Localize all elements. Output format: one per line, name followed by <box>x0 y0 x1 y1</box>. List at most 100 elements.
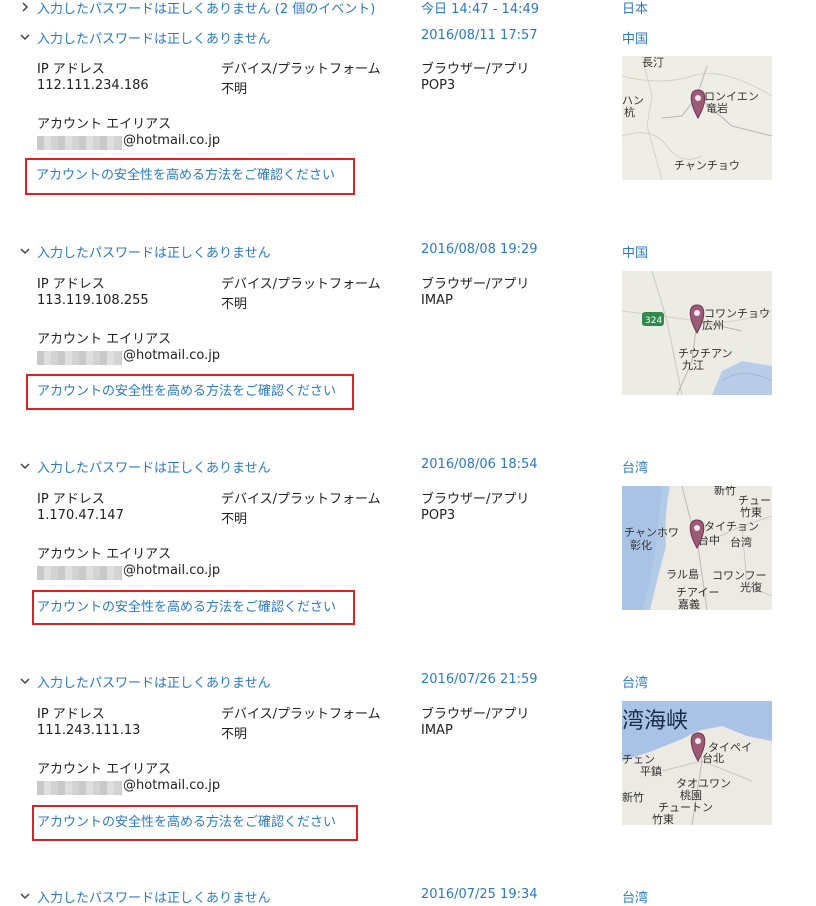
map-label: 台北 <box>702 751 724 765</box>
ip-label: IP アドレス <box>37 277 105 292</box>
device-label: デバイス/プラットフォーム <box>221 707 381 722</box>
browser-value: IMAP <box>421 293 453 308</box>
event-row[interactable]: 入力したパスワードは正しくありません 2016/08/08 19:29 中国 <box>0 241 816 263</box>
browser-value: POP3 <box>421 78 456 93</box>
device-value: 不明 <box>221 512 248 527</box>
event-country: 中国 <box>622 246 649 261</box>
map-label: 長汀 <box>642 56 664 69</box>
event-title[interactable]: 入力したパスワードは正しくありません <box>37 887 271 906</box>
map-label: 竹東 <box>740 505 762 519</box>
map-label: 杭 <box>624 105 635 119</box>
highlight-box: アカウントの安全性を高める方法をご確認ください <box>32 590 355 625</box>
ip-label: IP アドレス <box>37 492 105 507</box>
location-map[interactable]: 新竹 チュー 竹東 チャンホワ 彰化 タイチョン 台中 台湾 コワンフー 光復 … <box>622 486 772 610</box>
map-label: 324 <box>645 316 662 326</box>
map-label: ラル島 <box>666 567 699 581</box>
event-country: 台湾 <box>622 676 649 691</box>
event-date: 2016/07/25 19:34 <box>421 887 538 902</box>
map-label: 嘉義 <box>678 597 700 610</box>
location-map[interactable]: 湾海峡 タイペイ 台北 チェン 平鎮 タオユワン 桃園 新竹 チュートン 竹東 <box>622 701 772 825</box>
ip-value: 1.170.47.147 <box>37 508 124 523</box>
ip-value: 111.243.111.13 <box>37 723 141 738</box>
map-label: 光復 <box>740 580 762 594</box>
event-row[interactable]: 入力したパスワードは正しくありません 2016/07/25 19:34 台湾 <box>0 886 816 906</box>
event-title[interactable]: 入力したパスワードは正しくありません <box>37 28 271 47</box>
ip-label: IP アドレス <box>37 707 105 722</box>
device-value: 不明 <box>221 82 248 97</box>
event-date: 2016/08/06 18:54 <box>421 457 538 472</box>
browser-label: ブラウザー/アプリ <box>421 277 530 292</box>
map-label: 彰化 <box>630 538 652 552</box>
browser-label: ブラウザー/アプリ <box>421 492 530 507</box>
map-label: 九江 <box>682 359 704 372</box>
alias-label: アカウント エイリアス <box>37 332 172 347</box>
alias-domain: @hotmail.co.jp <box>123 778 221 793</box>
map-label: 新竹 <box>714 486 736 497</box>
alias-domain: @hotmail.co.jp <box>123 133 221 148</box>
chevron-down-icon[interactable] <box>19 890 31 902</box>
map-label: 桃園 <box>680 788 702 802</box>
browser-label: ブラウザー/アプリ <box>421 62 530 77</box>
browser-value: POP3 <box>421 508 456 523</box>
event-date: 2016/07/26 21:59 <box>421 672 538 687</box>
event-title[interactable]: 入力したパスワードは正しくありません (2 個のイベント) <box>37 0 375 17</box>
map-label: 平鎮 <box>640 764 662 778</box>
event-row-collapsed[interactable]: 入力したパスワードは正しくありません (2 個のイベント) 今日 14:47 -… <box>0 0 816 19</box>
event-row[interactable]: 入力したパスワードは正しくありません 2016/08/11 17:57 中国 <box>0 27 816 49</box>
chevron-down-icon[interactable] <box>19 245 31 257</box>
map-label: 竹東 <box>652 812 674 825</box>
event-date: 2016/08/08 19:29 <box>421 242 538 257</box>
alias-redacted <box>37 566 122 580</box>
event-row[interactable]: 入力したパスワードは正しくありません 2016/07/26 21:59 台湾 <box>0 671 816 693</box>
map-label: 湾海峡 <box>622 709 688 734</box>
event-row[interactable]: 入力したパスワードは正しくありません 2016/08/06 18:54 台湾 <box>0 456 816 478</box>
device-label: デバイス/プラットフォーム <box>221 492 381 507</box>
highlight-box: アカウントの安全性を高める方法をご確認ください <box>32 805 358 841</box>
event-date: 2016/08/11 17:57 <box>421 28 538 43</box>
secure-account-link[interactable]: アカウントの安全性を高める方法をご確認ください <box>37 596 336 615</box>
alias-redacted <box>37 351 122 365</box>
ip-value: 112.111.234.186 <box>37 78 149 93</box>
alias-domain: @hotmail.co.jp <box>123 563 221 578</box>
highlight-box: アカウントの安全性を高める方法をご確認ください <box>25 158 355 195</box>
map-label: チャンチョウ <box>674 159 740 172</box>
secure-account-link[interactable]: アカウントの安全性を高める方法をご確認ください <box>37 811 336 830</box>
map-label: 広州 <box>702 319 724 332</box>
event-country: 中国 <box>622 32 649 47</box>
chevron-down-icon[interactable] <box>19 675 31 687</box>
location-map[interactable]: 長汀 ロンイエン 竜岩 ハン 杭 チャンチョウ <box>622 56 772 180</box>
location-map[interactable]: 324 コワンチョウ 広州 チウチアン 九江 <box>622 271 772 395</box>
map-label: チャンホワ <box>624 526 679 539</box>
secure-account-link[interactable]: アカウントの安全性を高める方法をご確認ください <box>37 380 336 399</box>
event-country: 台湾 <box>622 891 649 906</box>
chevron-down-icon[interactable] <box>19 460 31 472</box>
alias-domain: @hotmail.co.jp <box>123 348 221 363</box>
chevron-right-icon[interactable] <box>19 1 31 13</box>
alias-redacted <box>37 781 122 795</box>
map-label: 竜岩 <box>706 101 728 115</box>
event-country: 台湾 <box>622 461 649 476</box>
map-label: 新竹 <box>622 790 644 804</box>
secure-account-link[interactable]: アカウントの安全性を高める方法をご確認ください <box>36 164 335 183</box>
device-value: 不明 <box>221 297 248 312</box>
event-title[interactable]: 入力したパスワードは正しくありません <box>37 457 271 476</box>
device-value: 不明 <box>221 727 248 742</box>
event-country: 日本 <box>622 2 649 17</box>
alias-label: アカウント エイリアス <box>37 117 172 132</box>
event-date: 今日 14:47 - 14:49 <box>421 2 540 17</box>
map-label: タイチョン <box>704 520 759 533</box>
ip-label: IP アドレス <box>37 62 105 77</box>
event-title[interactable]: 入力したパスワードは正しくありません <box>37 672 271 691</box>
map-label: 台湾 <box>730 535 752 549</box>
event-title[interactable]: 入力したパスワードは正しくありません <box>37 242 271 261</box>
chevron-down-icon[interactable] <box>19 31 31 43</box>
browser-label: ブラウザー/アプリ <box>421 707 530 722</box>
alias-label: アカウント エイリアス <box>37 762 172 777</box>
device-label: デバイス/プラットフォーム <box>221 62 381 77</box>
device-label: デバイス/プラットフォーム <box>221 277 381 292</box>
ip-value: 113.119.108.255 <box>37 293 149 308</box>
alias-label: アカウント エイリアス <box>37 547 172 562</box>
alias-redacted <box>37 136 122 150</box>
highlight-box: アカウントの安全性を高める方法をご確認ください <box>26 374 354 410</box>
browser-value: IMAP <box>421 723 453 738</box>
